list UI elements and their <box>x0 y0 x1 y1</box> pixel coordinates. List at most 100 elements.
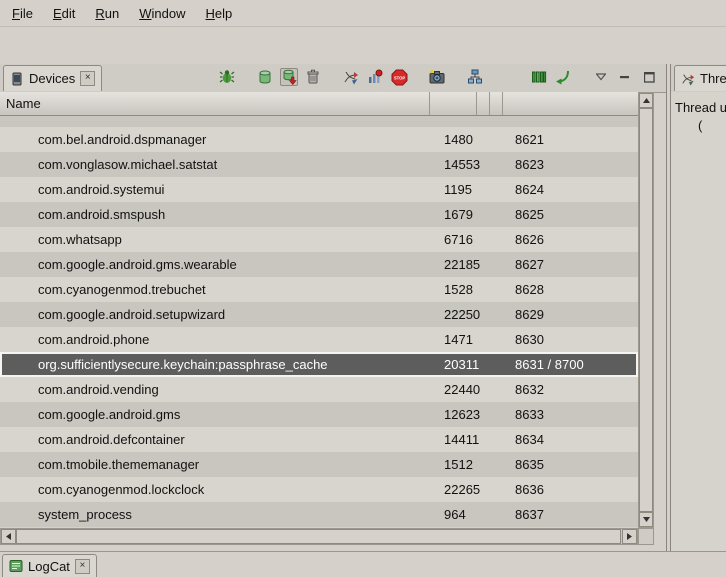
process-name-cell: org.sufficientlysecure.keychain:passphra… <box>0 357 430 372</box>
process-row[interactable]: system_process 964 8637 <box>0 502 638 527</box>
process-port-cell: 8625 <box>503 207 638 222</box>
process-name-cell: com.bel.android.dspmanager <box>0 132 430 147</box>
horizontal-scrollbar[interactable] <box>0 528 638 545</box>
menu-item-run[interactable]: Run <box>85 2 129 25</box>
process-row[interactable]: com.google.android.gms 12623 8633 <box>0 402 638 427</box>
process-port-cell: 8627 <box>503 257 638 272</box>
devices-view-header: Devices × <box>0 64 666 93</box>
menu-item-window[interactable]: Window <box>129 2 195 25</box>
vertical-scrollbar-thumb[interactable] <box>639 108 653 512</box>
process-pid-cell: 22440 <box>430 382 477 397</box>
cause-gc-icon[interactable] <box>304 68 322 86</box>
stop-process-icon[interactable]: STOP <box>390 68 408 86</box>
screen-capture-icon[interactable] <box>428 68 446 86</box>
threads-content: Thread up ( <box>671 92 726 552</box>
column-header-pid[interactable] <box>430 92 477 115</box>
tab-devices-close-icon[interactable]: × <box>80 71 95 86</box>
process-name-cell: com.google.android.setupwizard <box>0 307 430 322</box>
process-row[interactable]: com.whatsapp 6716 8626 <box>0 227 638 252</box>
process-row[interactable]: com.bel.android.dspmanager 1480 8621 <box>0 127 638 152</box>
scroll-down-icon[interactable] <box>639 512 653 527</box>
process-name-cell: com.android.smspush <box>0 207 430 222</box>
systrace-icon[interactable] <box>530 68 548 86</box>
vertical-scrollbar[interactable] <box>638 92 654 528</box>
tab-threads[interactable]: Threads <box>674 65 726 91</box>
view-menu-icon[interactable] <box>592 68 610 86</box>
menu-bar: FileEditRunWindowHelp <box>0 0 726 26</box>
ddms-window: FileEditRunWindowHelp Devices × <box>0 0 726 577</box>
process-row[interactable]: com.vonglasow.michael.satstat 14553 8623 <box>0 152 638 177</box>
process-port-cell: 8628 <box>503 282 638 297</box>
process-pid-cell: 14553 <box>430 157 477 172</box>
process-port-cell: 8636 <box>503 482 638 497</box>
start-method-profiling-icon[interactable] <box>366 68 384 86</box>
process-pid-cell: 22250 <box>430 307 477 322</box>
tab-logcat-label: LogCat <box>28 559 70 574</box>
process-pid-cell: 1679 <box>430 207 477 222</box>
tab-logcat-close-icon[interactable]: × <box>75 559 90 574</box>
process-port-cell: 8626 <box>503 232 638 247</box>
scroll-left-icon[interactable] <box>1 529 16 544</box>
process-pid-cell: 20311 <box>430 357 477 372</box>
update-heap-icon[interactable] <box>256 68 274 86</box>
process-pid-cell: 1512 <box>430 457 477 472</box>
update-threads-icon[interactable] <box>342 68 360 86</box>
tab-logcat[interactable]: LogCat × <box>2 554 97 577</box>
process-name-cell: com.tmobile.thememanager <box>0 457 430 472</box>
process-row[interactable]: com.cyanogenmod.lockclock 22265 8636 <box>0 477 638 502</box>
devices-toolbar: STOP <box>218 68 658 86</box>
tab-devices[interactable]: Devices × <box>3 65 102 91</box>
logcat-bar: LogCat × <box>0 551 726 577</box>
process-name-cell: com.android.phone <box>0 332 430 347</box>
process-row[interactable]: com.android.phone 1471 8630 <box>0 327 638 352</box>
process-port-cell: 8621 <box>503 132 638 147</box>
process-row[interactable]: com.google.android.setupwizard 22250 862… <box>0 302 638 327</box>
process-port-cell: 8630 <box>503 332 638 347</box>
horizontal-scrollbar-thumb[interactable] <box>16 529 621 544</box>
dump-hprof-icon[interactable] <box>280 68 298 86</box>
menu-item-edit[interactable]: Edit <box>43 2 85 25</box>
threads-view-header: Threads <box>671 64 726 93</box>
menu-item-file[interactable]: File <box>2 2 43 25</box>
column-header-name[interactable]: Name <box>0 92 430 115</box>
process-port-cell: 8637 <box>503 507 638 522</box>
process-row[interactable]: com.android.systemui 1195 8624 <box>0 177 638 202</box>
minimize-icon[interactable] <box>616 68 634 86</box>
process-pid-cell: 14411 <box>430 432 477 447</box>
process-pid-cell: 1528 <box>430 282 477 297</box>
threads-message-line1: Thread up <box>675 100 726 115</box>
main-toolbar-strip <box>0 26 726 65</box>
tab-devices-label: Devices <box>29 71 75 86</box>
threads-view: Threads Thread up ( <box>670 64 726 552</box>
tab-threads-label: Threads <box>700 71 726 86</box>
column-header-spacer2[interactable] <box>490 92 503 115</box>
process-pid-cell: 22185 <box>430 257 477 272</box>
debug-process-icon[interactable] <box>218 68 236 86</box>
maximize-icon[interactable] <box>640 68 658 86</box>
device-process-rows: com.bel.android.dspmanager 1480 8621 com… <box>0 116 638 528</box>
process-name-cell: com.android.systemui <box>0 182 430 197</box>
opengl-trace-icon[interactable] <box>554 68 572 86</box>
process-pid-cell: 22265 <box>430 482 477 497</box>
process-pid-cell: 1480 <box>430 132 477 147</box>
process-name-cell: com.cyanogenmod.lockclock <box>0 482 430 497</box>
process-row[interactable]: com.android.smspush 1679 8625 <box>0 202 638 227</box>
process-port-cell: 8634 <box>503 432 638 447</box>
scroll-right-icon[interactable] <box>622 529 637 544</box>
process-row[interactable]: com.google.android.gms.wearable 22185 86… <box>0 252 638 277</box>
process-row[interactable]: com.android.vending 22440 8632 <box>0 377 638 402</box>
column-header-spacer1[interactable] <box>477 92 490 115</box>
process-row[interactable]: com.cyanogenmod.trebuchet 1528 8628 <box>0 277 638 302</box>
process-port-cell: 8633 <box>503 407 638 422</box>
process-row[interactable]: com.android.defcontainer 14411 8634 <box>0 427 638 452</box>
menu-item-help[interactable]: Help <box>195 2 242 25</box>
devices-view: Devices × <box>0 64 667 552</box>
threads-message-line2: ( <box>698 118 702 133</box>
process-row[interactable]: com.tmobile.thememanager 1512 8635 <box>0 452 638 477</box>
column-header-port[interactable] <box>503 92 638 115</box>
process-port-cell: 8631 / 8700 <box>503 357 638 372</box>
process-row[interactable]: org.sufficientlysecure.keychain:passphra… <box>0 352 638 377</box>
process-name-cell: com.vonglasow.michael.satstat <box>0 157 430 172</box>
view-hierarchy-icon[interactable] <box>466 68 484 86</box>
scroll-up-icon[interactable] <box>639 93 653 108</box>
